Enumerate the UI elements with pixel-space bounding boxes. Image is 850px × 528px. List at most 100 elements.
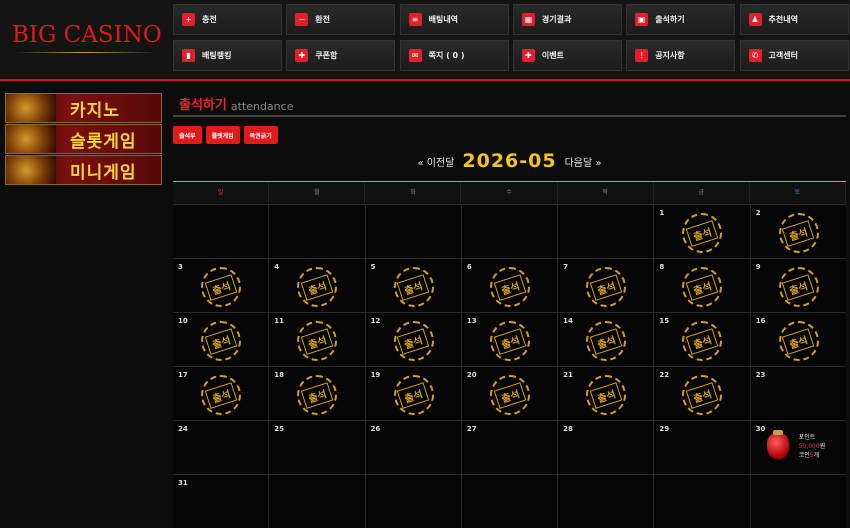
nav-item-label: 환전 [315,15,331,24]
nav-item-2[interactable]: − 환전 [286,4,396,35]
page-subtitle: attendance [230,100,294,113]
day-number: 20 [466,371,477,379]
attendance-stamp-icon: 출석 [393,375,434,415]
calendar-day-cell[interactable]: 11 출석 [269,313,366,366]
nav-item-1[interactable]: + 충전 [173,4,282,35]
calendar-day-cell[interactable]: 15 출석 [654,313,751,366]
calendar-day-cell[interactable]: 18 출석 [269,367,366,420]
calendar-day-cell[interactable]: 23 [750,367,846,420]
calendar-day-cell[interactable]: 3 출석 [173,259,270,312]
calendar-day-cell[interactable]: 17 출석 [173,367,270,420]
game-art-icon [6,156,56,184]
header-divider [0,79,850,81]
reward-bag-icon [766,430,797,465]
calendar-day-cell [365,475,462,528]
sidebar-item-1[interactable]: 카지노 [5,93,162,123]
calendar-day-cell[interactable]: 7 출석 [558,259,655,312]
calendar-day-cell[interactable]: 8 출석 [654,259,751,312]
attendance-stamp-icon: 출석 [201,321,241,361]
nav-item-6[interactable]: ♟ 추천내역 [739,4,849,35]
calendar-day-cell[interactable]: 12 출석 [365,313,462,366]
day-number: 18 [274,371,285,379]
calendar-day-cell[interactable]: 1 출석 [654,205,751,258]
nav-item-12[interactable]: ✆ 고객센터 [739,40,849,71]
nav-item-4[interactable]: ▦ 경기결과 [512,4,622,35]
day-number: 1 [659,209,665,217]
weekday-header: 월 [269,182,366,204]
calendar-day-cell[interactable]: 26 [365,421,462,474]
calendar-day-cell[interactable]: 25 [269,421,366,474]
nav-item-9[interactable]: ✉ 쪽지 ( 0 ) [399,40,509,71]
nav-item-10[interactable]: ✚ 이벤트 [512,40,622,71]
day-number: 27 [466,425,477,433]
calendar-day-cell[interactable]: 10 출석 [173,313,270,366]
nav-item-8[interactable]: ✚ 쿠폰함 [286,40,396,71]
nav-item-7[interactable]: ▮ 배팅랭킹 [173,40,282,71]
calendar-day-cell [461,475,559,528]
stamp-label: 출석 [493,327,527,355]
calendar-week: 1 출석 2 출석 [173,204,846,258]
calendar-day-cell[interactable]: 31 [173,475,270,528]
day-number: 16 [755,317,766,325]
next-month-link[interactable]: 다음달 » [565,154,602,169]
calendar-icon: ▣ [635,13,649,26]
attendance-stamp-icon: 출석 [201,375,241,415]
calendar-week: 3 출석 4 출석 5 출석 6 출석 7 출석 8 출석 9 출석 [173,258,846,312]
prev-month-link[interactable]: « 이전달 [417,154,454,169]
stamp-label: 출석 [685,381,719,409]
nav-item-label: 이벤트 [541,51,564,60]
day-number: 23 [755,371,766,379]
calendar-day-cell[interactable]: 28 [558,421,655,474]
calendar-day-cell[interactable]: 20 출석 [461,367,559,420]
stamp-label: 출석 [589,327,623,355]
logo[interactable]: BIG CASINO [12,18,162,52]
nav-item-5[interactable]: ▣ 출석하기 [626,4,736,35]
tab-button-1[interactable]: 출석부 [173,126,202,144]
nav-item-label: 배팅랭킹 [202,51,232,60]
nav-item-3[interactable]: ≡ 배팅내역 [399,4,509,35]
calendar-day-cell [269,475,366,528]
reward-coins: 코인5개 [799,451,826,460]
calendar-day-cell[interactable]: 14 출석 [558,313,655,366]
nav-item-label: 배팅내역 [428,15,459,24]
reward-label: 포인트 [798,434,816,441]
stamp-label: 출석 [300,273,334,301]
calendar-day-cell[interactable]: 30 포인트 50,000원 코인5개 [750,421,846,474]
calendar-day-cell[interactable]: 16 출석 [750,313,846,366]
stamp-label: 출석 [300,327,334,355]
attendance-stamp-icon: 출석 [393,267,434,307]
calendar-day-cell[interactable]: 19 출석 [365,367,462,420]
calendar-day-cell[interactable]: 29 [654,421,751,474]
nav-item-label: 쪽지 ( 0 ) [428,51,465,60]
day-number: 4 [274,263,280,271]
reward-points-unit: 원 [819,443,826,450]
calendar-day-cell[interactable]: 6 출석 [461,259,559,312]
calendar-day-cell[interactable]: 5 출석 [365,259,462,312]
calendar-day-cell[interactable]: 22 출석 [654,367,751,420]
sidebar-item-3[interactable]: 미니게임 [5,155,162,185]
calendar-week: 24 25 26 27 28 29 30 포인트 50,000원 코인5개 [173,420,846,474]
attendance-stamp-icon: 출석 [489,321,530,361]
calendar-day-cell[interactable]: 13 출석 [461,313,559,366]
nav-item-11[interactable]: ! 공지사항 [626,40,736,71]
sidebar-item-2[interactable]: 슬롯게임 [5,124,162,154]
nav-item-label: 충전 [202,15,217,24]
page-title-row: 출석하기 attendance [173,93,846,117]
nav-item-label: 출석하기 [655,15,685,24]
weekday-header: 금 [654,182,750,204]
calendar-day-cell[interactable]: 24 [173,421,270,474]
calendar-day-cell[interactable]: 21 출석 [558,367,655,420]
stamp-label: 출석 [685,273,719,301]
calendar-day-cell [365,205,462,258]
tab-button-3[interactable]: 복권긁기 [243,126,278,144]
calendar-day-cell[interactable]: 9 출석 [750,259,846,312]
stamp-label: 출석 [685,219,719,247]
phone-icon: ✆ [748,49,762,62]
calendar-day-cell[interactable]: 4 출석 [269,259,366,312]
stamp-label: 출석 [397,327,431,355]
calendar-day-cell[interactable]: 27 [461,421,559,474]
reward-coin-prefix: 코인 [798,452,810,459]
attendance-stamp-icon: 출석 [682,321,723,361]
tab-button-2[interactable]: 룰렛게임 [205,126,240,144]
calendar-day-cell[interactable]: 2 출석 [750,205,846,258]
